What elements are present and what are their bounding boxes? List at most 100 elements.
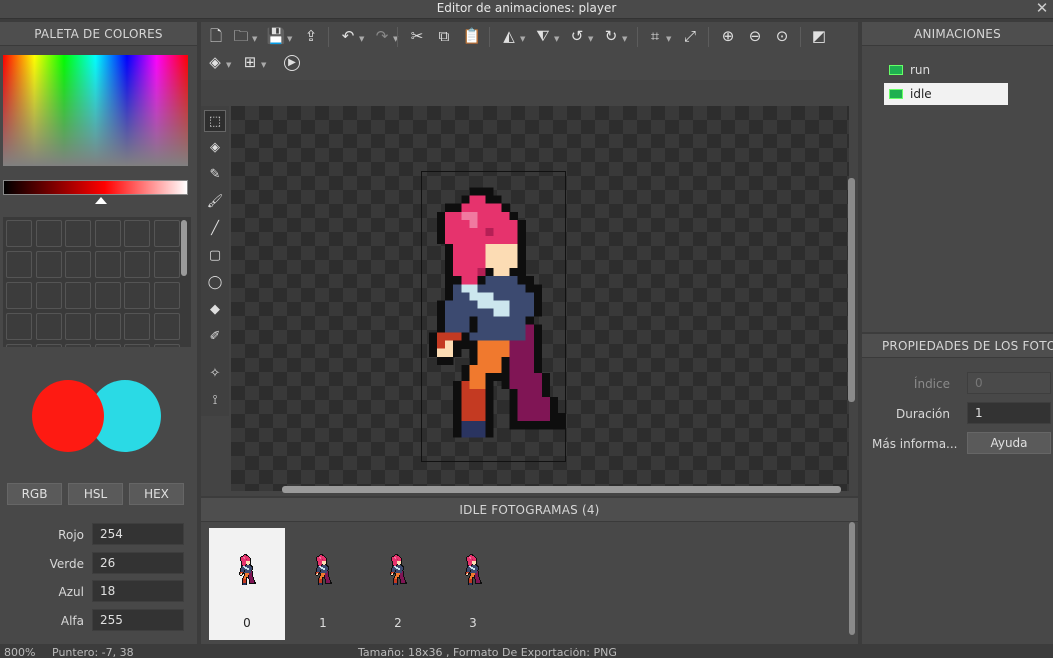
paste-icon[interactable]: 📋 <box>462 27 482 47</box>
zoom-out-icon[interactable]: ⊖ <box>745 27 765 47</box>
save-icon[interactable]: 💾 <box>266 27 286 47</box>
animations-header: ANIMACIONES <box>862 22 1053 46</box>
animation-item-idle[interactable]: idle <box>884 83 1008 105</box>
flip-horizontal-icon[interactable]: ◭ <box>499 27 519 47</box>
color-swatch[interactable] <box>35 282 62 309</box>
swatch-scrollbar[interactable] <box>181 220 187 276</box>
copy-icon[interactable]: ⧉ <box>434 27 454 47</box>
cut-icon[interactable]: ✂ <box>407 27 427 47</box>
color-swatch[interactable] <box>35 251 62 278</box>
blue-input[interactable]: 18 <box>92 580 184 602</box>
play-icon[interactable]: ▶ <box>284 55 300 71</box>
red-input[interactable]: 254 <box>92 523 184 545</box>
dropdown-arrow-icon[interactable]: ▼ <box>622 35 627 43</box>
undo-icon[interactable]: ↶ <box>338 27 358 47</box>
primary-color[interactable] <box>32 380 104 452</box>
dropdown-arrow-icon[interactable]: ▼ <box>261 61 266 69</box>
hsl-mode-button[interactable]: HSL <box>68 483 123 505</box>
dropdown-arrow-icon[interactable]: ▼ <box>588 35 593 43</box>
color-swatch[interactable] <box>94 282 121 309</box>
bone-tool-icon[interactable]: ⟟ <box>204 390 226 412</box>
dropdown-arrow-icon[interactable]: ▼ <box>520 35 525 43</box>
dropdown-arrow-icon[interactable]: ▼ <box>359 35 364 43</box>
green-input[interactable]: 26 <box>92 552 184 574</box>
fill-tool-icon[interactable]: ◆ <box>204 299 226 321</box>
color-swatch[interactable] <box>94 251 121 278</box>
color-swatch[interactable] <box>65 282 91 309</box>
color-swatch[interactable] <box>124 251 150 278</box>
animation-item-label: run <box>910 63 931 77</box>
help-button[interactable]: Ayuda <box>967 432 1051 454</box>
grid-icon[interactable]: ⊞ <box>240 53 260 73</box>
ellipse-tool-icon[interactable]: ◯ <box>204 272 226 294</box>
hex-mode-button[interactable]: HEX <box>129 483 184 505</box>
export-icon[interactable]: ⇪ <box>301 27 321 47</box>
canvas-horizontal-scrollbar[interactable] <box>282 486 841 493</box>
rotate-right-icon[interactable]: ↻ <box>601 27 621 47</box>
crop-icon[interactable]: ⌗ <box>645 27 665 47</box>
brush-tool-icon[interactable]: 🖌 <box>204 191 226 213</box>
color-swatch[interactable] <box>94 344 121 347</box>
color-swatch[interactable] <box>153 313 180 340</box>
color-swatch[interactable] <box>6 251 32 278</box>
color-swatch[interactable] <box>35 313 62 340</box>
resize-icon[interactable]: ⤢ <box>680 27 700 47</box>
color-swatch[interactable] <box>124 282 150 309</box>
canvas-vertical-scrollbar[interactable] <box>848 178 855 402</box>
color-swatch[interactable] <box>94 313 121 340</box>
eyedropper-tool-icon[interactable]: ✐ <box>204 326 226 348</box>
dropdown-arrow-icon[interactable]: ▼ <box>666 35 671 43</box>
dropdown-arrow-icon[interactable]: ▼ <box>226 61 231 69</box>
color-swatch[interactable] <box>6 344 32 347</box>
color-swatch[interactable] <box>153 282 180 309</box>
color-swatch[interactable] <box>6 282 32 309</box>
alpha-input[interactable]: 255 <box>92 609 184 631</box>
duration-input[interactable]: 1 <box>967 402 1051 424</box>
zoom-in-icon[interactable]: ⊕ <box>718 27 738 47</box>
frame-thumbnail[interactable]: 1 <box>285 528 361 640</box>
color-swatch[interactable] <box>65 251 91 278</box>
color-swatch[interactable] <box>94 220 121 247</box>
rotate-left-icon[interactable]: ↺ <box>567 27 587 47</box>
move-point-tool-icon[interactable]: ✧ <box>204 363 226 385</box>
new-file-icon[interactable]: 🗋 <box>206 27 226 47</box>
color-swatch[interactable] <box>35 344 62 347</box>
color-swatch[interactable] <box>124 220 150 247</box>
flip-vertical-icon[interactable]: ⧨ <box>533 27 553 47</box>
frame-thumbnail[interactable]: 0 <box>209 528 285 640</box>
color-swatch[interactable] <box>65 344 91 347</box>
color-swatch[interactable] <box>6 220 32 247</box>
redo-icon[interactable]: ↷ <box>372 27 392 47</box>
color-swatch[interactable] <box>124 344 150 347</box>
pencil-tool-icon[interactable]: ✎ <box>204 164 226 186</box>
color-swatch[interactable] <box>35 220 62 247</box>
animation-item-run[interactable]: run <box>884 59 1008 81</box>
color-swatch[interactable] <box>153 251 180 278</box>
shade-slider-handle[interactable] <box>95 197 107 204</box>
color-swatch[interactable] <box>65 220 91 247</box>
dropdown-arrow-icon[interactable]: ▼ <box>554 35 559 43</box>
color-swatch[interactable] <box>153 344 180 347</box>
frames-scrollbar[interactable] <box>849 522 855 635</box>
layers-icon[interactable]: ◈ <box>205 53 225 73</box>
color-swatch[interactable] <box>65 313 91 340</box>
dropdown-arrow-icon[interactable]: ▼ <box>287 35 292 43</box>
more-info-label: Más informa... <box>872 437 958 451</box>
open-folder-icon[interactable]: 🗀 <box>231 27 251 47</box>
color-swatch[interactable] <box>124 313 150 340</box>
close-icon[interactable]: ✕ <box>1035 0 1049 18</box>
line-tool-icon[interactable]: ╱ <box>204 218 226 240</box>
color-spectrum[interactable] <box>3 55 188 166</box>
rgb-mode-button[interactable]: RGB <box>7 483 62 505</box>
onion-skin-icon[interactable]: ◩ <box>809 27 829 47</box>
zoom-fit-icon[interactable]: ⊙ <box>772 27 792 47</box>
rectangle-tool-icon[interactable]: ▢ <box>204 245 226 267</box>
select-tool-icon[interactable]: ⬚ <box>204 110 226 132</box>
frame-thumbnail[interactable]: 3 <box>435 528 511 640</box>
color-swatch[interactable] <box>153 220 180 247</box>
color-swatch[interactable] <box>6 313 32 340</box>
frame-thumbnail[interactable]: 2 <box>360 528 436 640</box>
shade-slider[interactable] <box>3 180 188 195</box>
eraser-tool-icon[interactable]: ◈ <box>204 137 226 159</box>
dropdown-arrow-icon[interactable]: ▼ <box>252 35 257 43</box>
